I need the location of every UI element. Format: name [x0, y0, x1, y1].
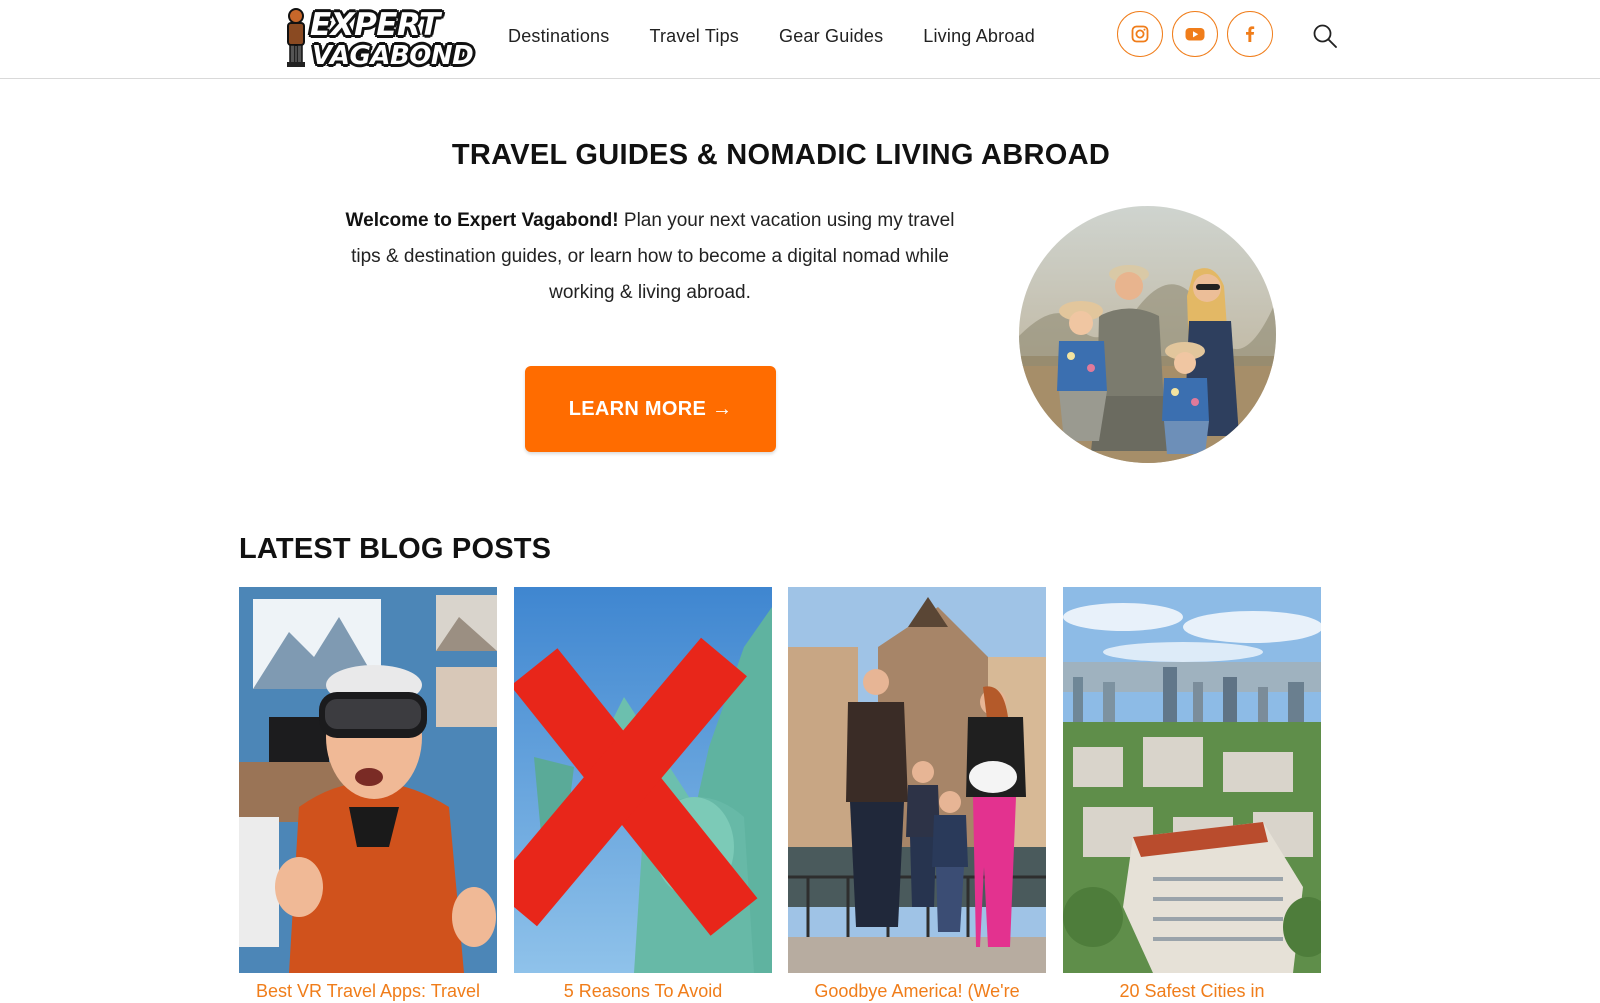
blog-post-card[interactable]: Goodbye America! (We're	[788, 587, 1046, 1003]
nav-destinations[interactable]: Destinations	[508, 24, 609, 48]
logo-word-vagabond: VAGABOND	[312, 41, 474, 71]
mascot-icon	[287, 8, 305, 67]
instagram-icon	[1131, 25, 1149, 43]
post-image-family[interactable]	[788, 587, 1046, 973]
post-image-vr[interactable]	[239, 587, 497, 973]
hero-intro-bold: Welcome to Expert Vagabond!	[345, 210, 619, 231]
post-image-statue[interactable]	[514, 587, 772, 973]
logo-word-expert: EXPERT	[310, 7, 440, 43]
facebook-button[interactable]	[1227, 11, 1273, 57]
post-title[interactable]: 5 Reasons To Avoid	[514, 979, 772, 1003]
latest-posts-heading: LATEST BLOG POSTS	[239, 533, 552, 565]
search-button[interactable]	[1311, 22, 1339, 50]
nav-travel-tips[interactable]: Travel Tips	[649, 24, 739, 48]
nav-gear-guides[interactable]: Gear Guides	[779, 24, 883, 48]
site-logo[interactable]: EXPERT VAGABOND	[282, 3, 474, 73]
instagram-button[interactable]	[1117, 11, 1163, 57]
family-photo	[1019, 206, 1276, 463]
facebook-icon	[1246, 26, 1255, 42]
site-header: EXPERT VAGABOND Destinations Travel Tips…	[0, 0, 1600, 79]
post-image-city[interactable]	[1063, 587, 1321, 973]
post-title[interactable]: 20 Safest Cities in	[1063, 979, 1321, 1003]
hero-title: TRAVEL GUIDES & NOMADIC LIVING ABROAD	[451, 139, 1111, 171]
search-icon	[1313, 24, 1337, 48]
learn-more-button[interactable]: LEARN MORE →	[525, 366, 776, 452]
nav-living-abroad[interactable]: Living Abroad	[923, 24, 1035, 48]
post-title[interactable]: Goodbye America! (We're	[788, 979, 1046, 1003]
main-nav: Destinations Travel Tips Gear Guides Liv…	[508, 24, 1075, 48]
blog-post-card[interactable]: 5 Reasons To Avoid	[514, 587, 772, 1003]
hero-intro: Welcome to Expert Vagabond! Plan your ne…	[330, 203, 970, 311]
youtube-icon	[1185, 28, 1205, 41]
blog-post-card[interactable]: 20 Safest Cities in	[1063, 587, 1321, 1003]
youtube-button[interactable]	[1172, 11, 1218, 57]
social-links	[1117, 11, 1273, 57]
blog-post-card[interactable]: Best VR Travel Apps: Travel	[239, 587, 497, 1003]
post-title[interactable]: Best VR Travel Apps: Travel	[239, 979, 497, 1003]
